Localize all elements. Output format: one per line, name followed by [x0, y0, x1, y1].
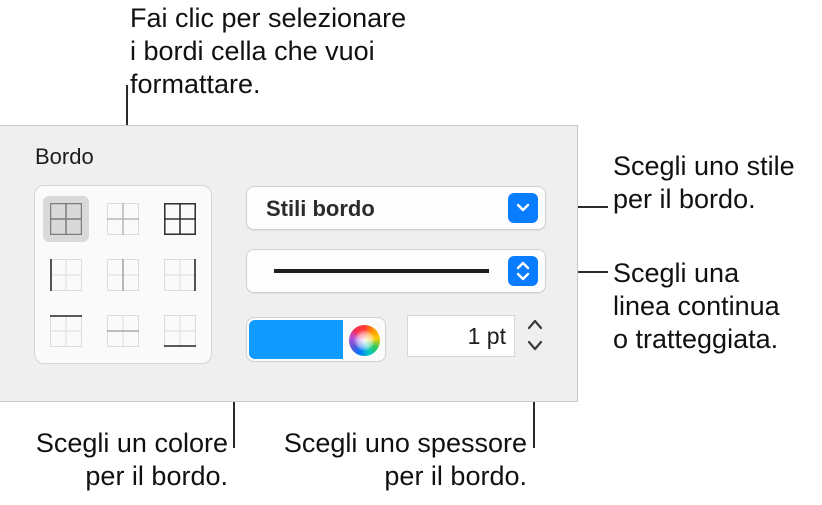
inner-horizontal-borders-icon: [107, 315, 139, 347]
border-cell-right[interactable]: [157, 252, 203, 298]
chevron-up-icon: [527, 319, 543, 330]
border-cell-top[interactable]: [43, 308, 89, 354]
stepper-down-button[interactable]: [520, 335, 550, 357]
inner-vertical-borders-icon: [107, 259, 139, 291]
border-cell-outer[interactable]: [157, 196, 203, 242]
callout-line: Scegli un colore: [35, 428, 228, 458]
section-title: Bordo: [35, 144, 94, 169]
outer-borders-icon: [164, 203, 196, 235]
color-wheel-icon[interactable]: [349, 325, 380, 356]
border-cell-all[interactable]: [43, 196, 89, 242]
border-cell-left[interactable]: [43, 252, 89, 298]
bottom-border-icon: [164, 315, 196, 347]
border-width-stepper: [520, 313, 550, 357]
stepper-up-button[interactable]: [520, 313, 550, 335]
line-type-popup[interactable]: [246, 249, 546, 293]
border-style-popup[interactable]: Stili bordo: [246, 186, 546, 230]
top-border-icon: [50, 315, 82, 347]
border-cell-inner[interactable]: [100, 196, 146, 242]
border-width-field[interactable]: 1 pt: [407, 315, 515, 357]
callout-line: Scegli una: [613, 258, 740, 288]
callout-line: per il bordo.: [85, 461, 228, 491]
chevron-down-icon: [516, 203, 530, 212]
callout-line: i bordi cella che vuoi: [130, 36, 375, 66]
color-swatch[interactable]: [249, 320, 343, 359]
border-cell-inner-vertical[interactable]: [100, 252, 146, 298]
right-border-icon: [164, 259, 196, 291]
all-borders-icon: [50, 203, 82, 235]
border-style-label: Stili bordo: [266, 196, 375, 221]
callout-color: Scegli un colore per il bordo.: [10, 427, 228, 493]
callout-line: per il bordo.: [384, 461, 527, 491]
solid-line-sample: [274, 269, 489, 273]
callout-line: Fai clic per selezionare: [130, 3, 407, 33]
popup-updown-button[interactable]: [508, 256, 538, 286]
chevron-down-icon: [527, 340, 543, 351]
popup-chevron-button[interactable]: [508, 193, 538, 223]
color-well: [246, 317, 386, 362]
inner-borders-icon: [107, 203, 139, 235]
border-cell-inner-horizontal[interactable]: [100, 308, 146, 354]
callout-line: linea continua: [613, 291, 780, 321]
callout-line: per il bordo.: [613, 184, 756, 214]
callout-thickness: Scegli uno spessore per il bordo.: [258, 427, 527, 493]
callout-line: o tratteggiata.: [613, 324, 779, 354]
left-border-icon: [50, 259, 82, 291]
border-selector: [34, 185, 212, 364]
callout-line: formattare.: [130, 69, 261, 99]
callout-line-type: Scegli una linea continua o tratteggiata…: [613, 257, 780, 356]
border-cell-bottom[interactable]: [157, 308, 203, 354]
callout-line: Scegli uno stile: [613, 151, 795, 181]
chevron-updown-icon: [516, 261, 530, 281]
callout-select-borders: Fai clic per selezionare i bordi cella c…: [130, 2, 406, 101]
callout-border-style: Scegli uno stile per il bordo.: [613, 150, 795, 216]
callout-line: Scegli uno spessore: [283, 428, 527, 458]
